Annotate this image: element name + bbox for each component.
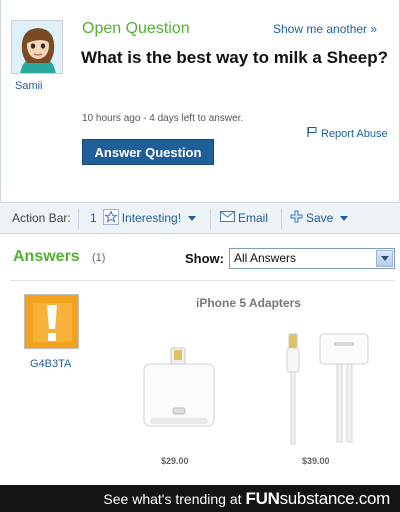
question-status-label: Open Question <box>82 20 190 37</box>
show-filter-label: Show: <box>185 251 224 266</box>
plus-icon <box>290 210 303 226</box>
adapter-image <box>143 333 369 445</box>
asker-name[interactable]: Samii <box>15 80 43 92</box>
answer-image-title: iPhone 5 Adapters <box>196 296 301 310</box>
email-label: Email <box>238 211 269 225</box>
action-bar-divider <box>281 209 282 229</box>
footer-text: See what's trending at <box>103 490 242 507</box>
question-card: Samii Open Question Show me another » Wh… <box>0 0 400 234</box>
interesting-count: 1 <box>90 211 97 225</box>
star-icon <box>102 208 119 228</box>
answerer-avatar[interactable] <box>24 294 79 349</box>
chevron-down-icon <box>188 215 197 221</box>
answers-heading: Answers <box>13 248 80 265</box>
chevron-down-icon[interactable] <box>376 250 393 267</box>
price-label: $39.00 <box>302 456 330 466</box>
footer-banner: See what's trending at FUNsubstance.com <box>0 485 400 512</box>
answers-count: (1) <box>92 252 106 264</box>
answerer-name[interactable]: G4B3TA <box>30 358 71 370</box>
email-button[interactable]: Email <box>220 211 268 225</box>
action-bar-label: Action Bar: <box>12 211 71 225</box>
flag-icon <box>306 126 318 141</box>
asker-avatar[interactable] <box>11 20 63 74</box>
price-label: $29.00 <box>161 456 189 466</box>
action-bar-divider <box>210 209 211 229</box>
question-meta: 10 hours ago - 4 days left to answer. <box>82 113 244 124</box>
report-abuse-label: Report Abuse <box>321 127 388 140</box>
funsubstance-logo[interactable]: FUNsubstance.com <box>246 489 391 509</box>
question-title: What is the best way to milk a Sheep? <box>81 48 389 67</box>
action-bar-divider <box>78 209 79 229</box>
show-filter-select[interactable]: All Answers <box>229 248 395 269</box>
save-label: Save <box>306 211 334 225</box>
save-button[interactable]: Save <box>290 210 349 226</box>
answer-question-button[interactable]: Answer Question <box>82 139 214 165</box>
interesting-label: Interesting! <box>121 211 182 225</box>
show-another-link[interactable]: Show me another » <box>273 22 377 36</box>
answers-divider <box>10 280 395 281</box>
lightning-adapter-illustration <box>143 347 215 427</box>
lightning-cable-adapter-illustration <box>286 333 369 445</box>
report-abuse-link[interactable]: Report Abuse <box>306 126 388 141</box>
show-filter-value: All Answers <box>234 251 297 265</box>
interesting-button[interactable]: 1 Interesting! <box>90 208 197 228</box>
chevron-down-icon <box>340 215 349 221</box>
envelope-icon <box>220 211 235 225</box>
action-bar: Action Bar: 1 Interesting! Email Save <box>0 202 400 234</box>
